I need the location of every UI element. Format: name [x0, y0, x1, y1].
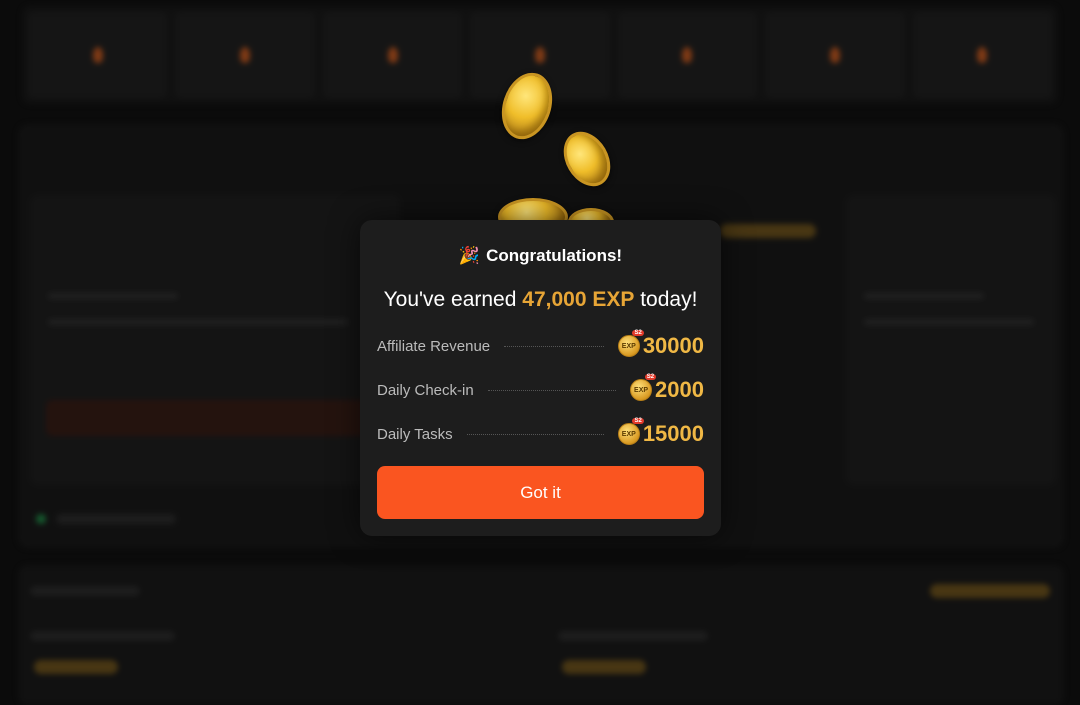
day-cell: [175, 12, 315, 98]
flame-icon: [534, 47, 545, 63]
modal-title: 🎉 Congratulations!: [360, 246, 721, 266]
earned-amount: 47,000 EXP: [522, 288, 635, 311]
flame-icon: [977, 47, 988, 63]
flame-icon: [829, 47, 840, 63]
task-card: [846, 195, 1056, 485]
season-badge: S2: [632, 330, 644, 336]
text-placeholder: [48, 293, 178, 299]
season-badge: S2: [632, 418, 644, 424]
text-placeholder: [864, 293, 984, 299]
reward-row: Daily Tasks EXP S2 15000: [377, 418, 704, 448]
day-cell: [765, 12, 905, 98]
text-placeholder: [558, 631, 708, 641]
exp-coin-icon: EXP S2: [630, 374, 657, 401]
coin-text: EXP: [621, 430, 636, 438]
coin-text: EXP: [621, 342, 636, 350]
reward-bar: [34, 660, 118, 674]
earned-prefix: You've earned: [383, 288, 517, 311]
task-card: [30, 195, 400, 485]
reward-row: Daily Check-in EXP S2 2000: [377, 374, 704, 404]
reward-label: Affiliate Revenue: [377, 337, 491, 355]
dotted-leader: [487, 389, 617, 391]
earned-suffix: today!: [640, 288, 698, 311]
reward-value: 2000: [655, 377, 704, 402]
reward-value: 15000: [642, 421, 704, 446]
reward-row: Affiliate Revenue EXP S2 30000: [377, 330, 704, 360]
reward-modal: 🎉 Congratulations! You've earned 47,000 E…: [360, 220, 721, 536]
dotted-leader: [504, 345, 604, 347]
card-button: [46, 400, 376, 436]
exp-coin-icon: EXP S2: [617, 330, 644, 357]
reward-value: 30000: [642, 333, 704, 358]
reward-label: Daily Check-in: [377, 381, 474, 399]
party-popper-icon: 🎉: [458, 246, 481, 265]
earned-summary: You've earned 47,000 EXP today!: [360, 288, 721, 312]
dotted-leader: [466, 433, 604, 435]
flame-icon: [240, 47, 251, 63]
exp-coin-icon: EXP S2: [617, 418, 644, 445]
flame-icon: [387, 47, 398, 63]
day-cell: [617, 12, 758, 98]
text-placeholder: [48, 319, 348, 325]
day-cell: [322, 12, 463, 98]
text-placeholder: [30, 631, 175, 641]
modal-title-text: Congratulations!: [486, 246, 623, 265]
day-cell: [912, 12, 1052, 98]
text-placeholder: [56, 514, 176, 524]
text-placeholder: [864, 319, 1034, 325]
reward-bar: [562, 660, 646, 674]
status-dot: [36, 514, 46, 524]
flame-icon: [682, 47, 693, 63]
reward-bar: [720, 224, 816, 238]
day-cell: [28, 12, 168, 98]
got-it-button[interactable]: Got it: [377, 466, 704, 519]
reward-label: Daily Tasks: [377, 425, 453, 443]
flame-icon: [92, 47, 103, 63]
coin-text: EXP: [634, 386, 649, 394]
text-placeholder: [30, 586, 140, 596]
reward-bar: [930, 584, 1050, 598]
season-badge: S2: [644, 374, 657, 380]
